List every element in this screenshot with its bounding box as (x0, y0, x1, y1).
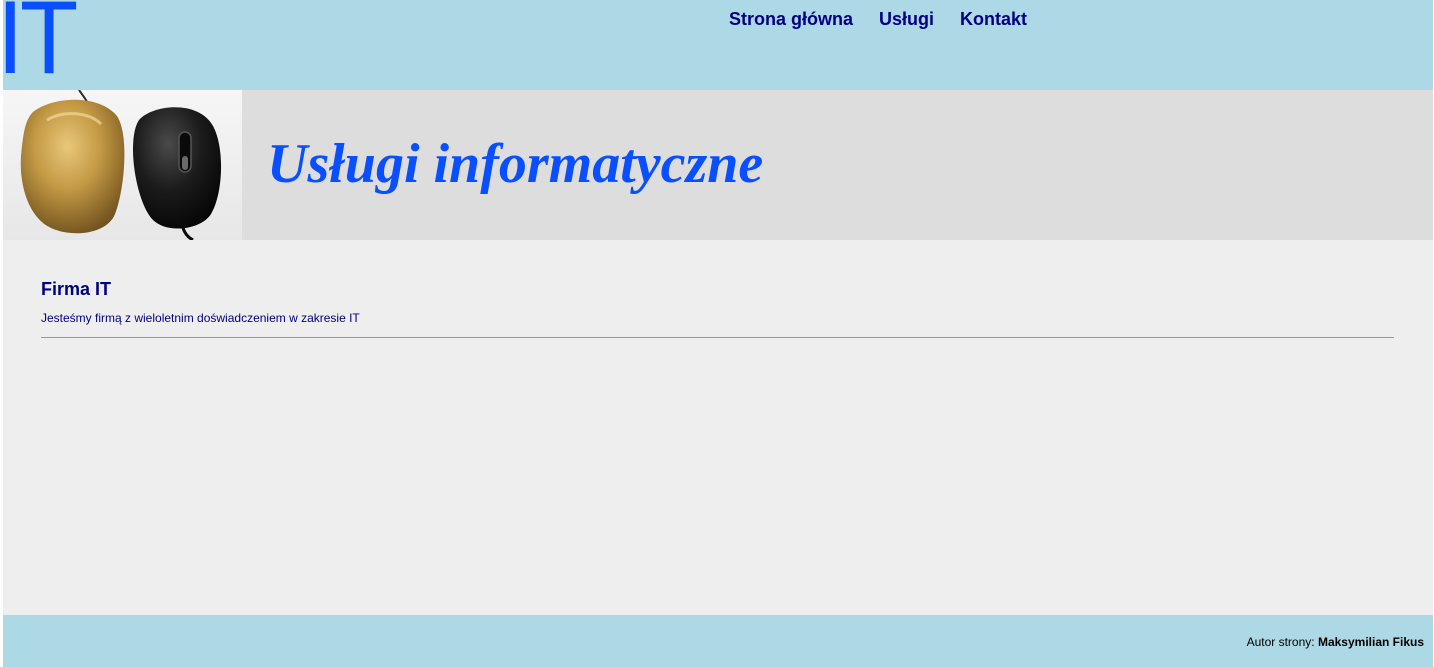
banner: Usługi informatyczne (3, 90, 1433, 240)
footer-label: Autor strony: (1246, 635, 1318, 649)
main-content: Firma IT Jesteśmy firmą z wieloletnim do… (41, 278, 1394, 338)
section-description: Jesteśmy firmą z wieloletnim doświadczen… (41, 311, 360, 325)
page: IT Strona główna Usługi Kontakt Usługi i… (0, 0, 1433, 667)
footer: Autor strony: Maksymilian Fikus (3, 615, 1433, 667)
footer-author: Maksymilian Fikus (1317, 635, 1424, 649)
nav-link-home[interactable]: Strona główna (729, 8, 853, 30)
mouse-photo (3, 90, 242, 240)
section-heading: Firma IT (41, 279, 112, 299)
footer-credit: Autor strony: Maksymilian Fikus (1247, 635, 1424, 649)
nav-link-contact[interactable]: Kontakt (960, 8, 1027, 30)
section-divider (41, 337, 1394, 338)
site-logo: IT (0, 0, 78, 96)
main-nav: Strona główna Usługi Kontakt (729, 8, 1027, 30)
nav-link-services[interactable]: Usługi (879, 8, 934, 30)
banner-title: Usługi informatyczne (267, 133, 764, 195)
header: IT Strona główna Usługi Kontakt (0, 0, 1433, 96)
